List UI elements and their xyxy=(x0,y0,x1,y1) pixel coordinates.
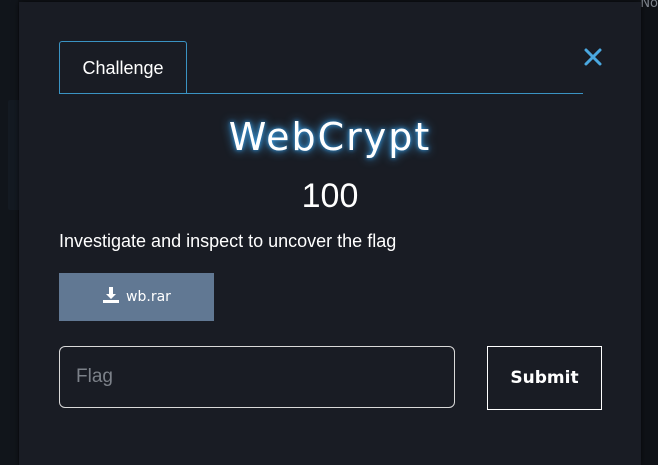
flag-input[interactable] xyxy=(59,346,455,408)
download-file-button[interactable]: wb.rar xyxy=(59,273,214,321)
close-icon[interactable] xyxy=(582,46,604,68)
challenge-description: Investigate and inspect to uncover the f… xyxy=(59,231,397,251)
background-corner-text: No xyxy=(640,0,658,11)
challenge-title: WebCrypt xyxy=(228,115,432,159)
backdrop-strip xyxy=(0,0,18,465)
challenge-modal: Challenge WebCrypt 100 Investigate and i… xyxy=(19,2,641,465)
download-icon xyxy=(102,286,120,308)
tab-challenge[interactable]: Challenge xyxy=(59,41,187,93)
modal-tab-bar: Challenge xyxy=(59,41,583,94)
download-file-label: wb.rar xyxy=(126,289,171,305)
submit-button[interactable]: Submit xyxy=(487,346,602,410)
challenge-value: 100 xyxy=(301,177,359,215)
